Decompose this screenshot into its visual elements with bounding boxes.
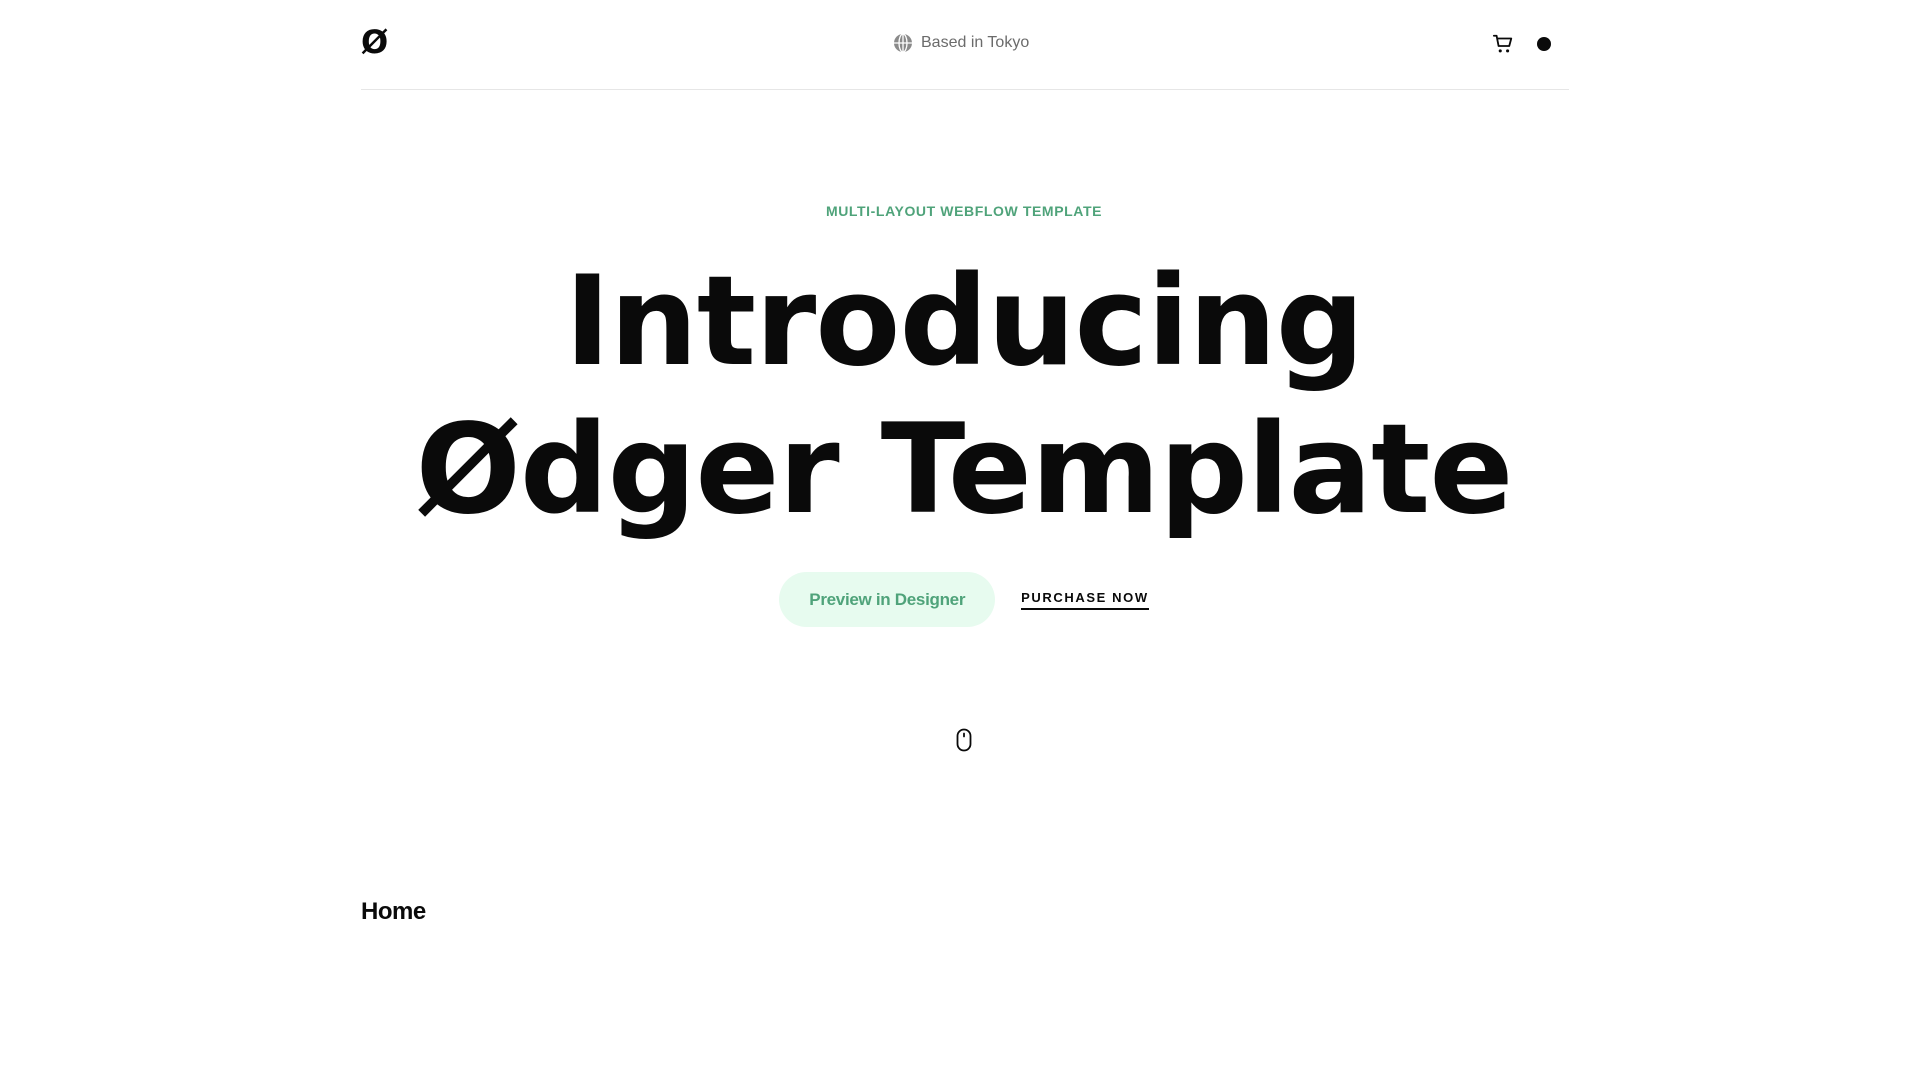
location-label: Based in Tokyo — [893, 32, 1029, 54]
mouse-scroll-icon — [956, 728, 972, 752]
logo-link[interactable]: Ø — [361, 22, 388, 62]
hero-eyebrow: MULTI-LAYOUT WEBFLOW TEMPLATE — [825, 203, 1103, 219]
purchase-now-link[interactable]: PURCHASE NOW — [1021, 590, 1149, 610]
headline-line-1: Introducing — [564, 250, 1364, 394]
site-header: Ø Based in Tokyo — [361, 0, 1569, 90]
globe-icon — [893, 33, 913, 53]
location-text: Based in Tokyo — [921, 34, 1030, 51]
cart-icon[interactable] — [1492, 33, 1514, 55]
hero-headline: Introducing Ødger Template — [0, 248, 1920, 544]
cta-row: Preview in Designer PURCHASE NOW — [0, 572, 1920, 627]
section-title: Home — [361, 898, 426, 925]
headline-line-2: Ødger Template — [415, 398, 1513, 542]
page: Ø Based in Tokyo MULTI-LAYOUT WEBFLOW TE… — [0, 0, 1920, 1080]
preview-in-designer-button[interactable]: Preview in Designer — [779, 572, 996, 627]
dot-icon[interactable] — [1537, 37, 1551, 51]
